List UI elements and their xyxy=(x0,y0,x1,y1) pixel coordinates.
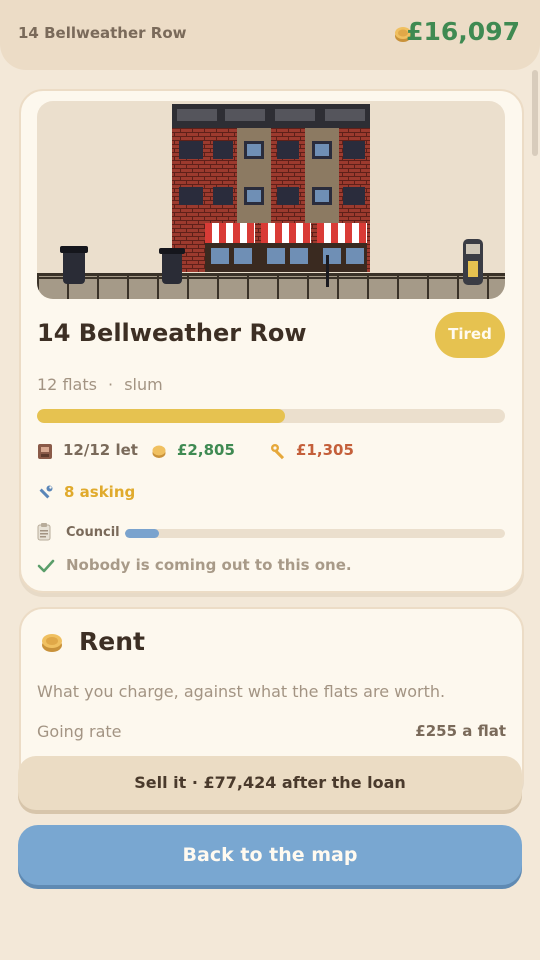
council-label: Council xyxy=(66,525,120,540)
balance-amount: £16,097 xyxy=(406,17,520,46)
council-row: Council xyxy=(37,523,505,543)
check-icon xyxy=(37,559,55,573)
rent-title: Rent xyxy=(79,627,145,656)
coin-icon xyxy=(42,634,62,652)
rent-description: What you charge, against what the flats … xyxy=(37,682,446,701)
going-rate-value: £255 a flat xyxy=(415,722,506,740)
flat-door-icon xyxy=(38,444,52,459)
condition-bar-fill xyxy=(37,409,286,423)
building-illustration xyxy=(37,101,505,299)
status-badge: Tired xyxy=(435,312,505,358)
wrench-icon xyxy=(39,485,53,499)
council-bar xyxy=(125,529,505,538)
property-title: 14 Bellweather Row xyxy=(37,319,307,347)
clipboard-icon xyxy=(37,523,51,541)
repairs-asking-value: 8 asking xyxy=(64,483,136,501)
key-icon xyxy=(271,444,285,460)
flats-count: 12 flats xyxy=(37,375,97,394)
scrollbar-thumb[interactable] xyxy=(532,70,538,156)
council-bar-fill xyxy=(125,529,160,538)
property-card: 14 Bellweather Row Tired 12 flats · slum… xyxy=(19,89,524,593)
going-rate-label: Going rate xyxy=(37,722,122,741)
income-value: £2,805 xyxy=(177,441,235,459)
sell-button[interactable]: Sell it · £77,424 after the loan xyxy=(18,756,522,810)
condition-bar xyxy=(37,409,505,423)
top-bar: 14 Bellweather Row £16,097 xyxy=(0,0,540,70)
header-address: 14 Bellweather Row xyxy=(18,24,187,42)
property-subtitle: 12 flats · slum xyxy=(37,375,163,394)
property-grade: slum xyxy=(124,375,163,394)
subtitle-separator: · xyxy=(108,375,114,394)
costs-value: £1,305 xyxy=(296,441,354,459)
back-to-map-button[interactable]: Back to the map xyxy=(18,825,522,885)
coin-icon xyxy=(152,445,166,458)
occupancy-value: 12/12 let xyxy=(63,441,138,459)
council-note-text: Nobody is coming out to this one. xyxy=(66,556,352,574)
